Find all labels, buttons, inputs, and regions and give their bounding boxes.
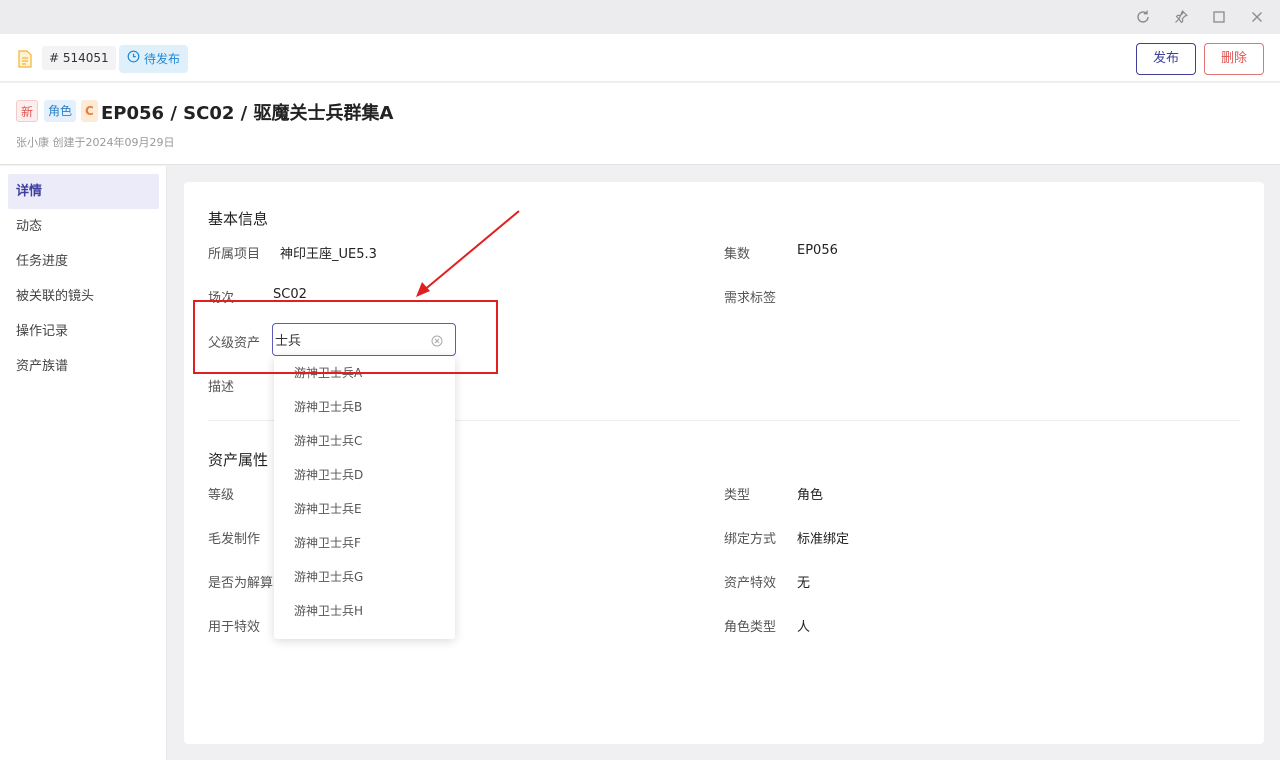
sidebar-item-task-progress[interactable]: 任务进度 xyxy=(8,244,159,279)
role-type-value: 人 xyxy=(797,620,811,635)
dropdown-option[interactable]: 游神卫士兵D xyxy=(274,458,455,492)
status-clock-icon xyxy=(127,45,140,73)
refresh-icon[interactable] xyxy=(1132,6,1154,28)
demand-tags-label: 需求标签 xyxy=(724,291,777,306)
parent-asset-dropdown: 游神卫士兵A 游神卫士兵B 游神卫士兵C 游神卫士兵D 游神卫士兵E 游神卫士兵… xyxy=(274,356,455,639)
maximize-icon[interactable] xyxy=(1208,6,1230,28)
scene-label: 场次 xyxy=(208,291,235,306)
parent-asset-combobox[interactable] xyxy=(272,323,456,356)
basic-info-title: 基本信息 xyxy=(208,210,269,228)
dropdown-option[interactable]: 游神卫士兵B xyxy=(274,390,455,424)
used-for-fx-label: 用于特效 xyxy=(208,620,261,635)
publish-button[interactable]: 发布 xyxy=(1136,43,1196,75)
episode-label: 集数 xyxy=(724,247,751,262)
close-icon[interactable] xyxy=(1246,6,1268,28)
sidebar-item-asset-lineage[interactable]: 资产族谱 xyxy=(8,349,159,384)
asset-header: 新 角色 C EP056 / SC02 / 驱魔关士兵群集A 张小康 创建于20… xyxy=(0,83,1280,165)
asset-fx-label: 资产特效 xyxy=(724,576,777,591)
detail-sidebar: 详情 动态 任务进度 被关联的镜头 操作记录 资产族谱 xyxy=(0,166,167,760)
asset-topbar: # 514051 待发布 发布 删除 xyxy=(0,34,1280,82)
status-badge: 待发布 xyxy=(119,45,189,73)
window-titlebar xyxy=(0,0,1280,34)
clear-icon[interactable] xyxy=(431,335,443,351)
binding-value: 标准绑定 xyxy=(797,532,850,547)
tag-grade: C xyxy=(81,100,98,122)
window-controls xyxy=(1132,6,1268,28)
delete-button[interactable]: 删除 xyxy=(1204,43,1264,75)
type-value: 角色 xyxy=(797,488,824,503)
asset-attributes-title: 资产属性 xyxy=(208,451,269,469)
project-value: 神印王座_UE5.3 xyxy=(280,247,377,262)
sidebar-item-operation-log[interactable]: 操作记录 xyxy=(8,314,159,349)
status-label: 待发布 xyxy=(144,52,181,66)
creator-info: 张小康 创建于2024年09月29日 xyxy=(16,136,175,149)
sidebar-item-linked-shots[interactable]: 被关联的镜头 xyxy=(8,279,159,314)
dropdown-option[interactable]: 游神卫士兵E xyxy=(274,492,455,526)
description-label: 描述 xyxy=(208,380,235,395)
parent-asset-label: 父级资产 xyxy=(208,336,261,351)
details-card: 基本信息 所属项目 神印王座_UE5.3 集数 EP056 场次 SC02 需求… xyxy=(184,182,1264,744)
dropdown-option[interactable]: 游神卫士兵F xyxy=(274,526,455,560)
binding-label: 绑定方式 xyxy=(724,532,777,547)
sidebar-item-details[interactable]: 详情 xyxy=(8,174,159,209)
scene-value: SC02 xyxy=(273,287,307,302)
asset-id-chip: # 514051 xyxy=(42,46,116,70)
pin-icon[interactable] xyxy=(1170,6,1192,28)
episode-value: EP056 xyxy=(797,243,838,258)
page-title: EP056 / SC02 / 驱魔关士兵群集A xyxy=(101,103,394,124)
type-label: 类型 xyxy=(724,488,751,503)
sidebar-item-activity[interactable]: 动态 xyxy=(8,209,159,244)
dropdown-option[interactable]: 游神卫士兵H xyxy=(274,594,455,628)
level-label: 等级 xyxy=(208,488,235,503)
document-icon xyxy=(17,50,33,72)
dropdown-option[interactable]: 游神卫士兵C xyxy=(274,424,455,458)
tag-new: 新 xyxy=(16,100,39,122)
parent-asset-input[interactable] xyxy=(273,324,423,355)
dropdown-option[interactable]: 游神卫士兵G xyxy=(274,560,455,594)
hair-label: 毛发制作 xyxy=(208,532,261,547)
solve-label: 是否为解算 xyxy=(208,576,274,591)
dropdown-option[interactable]: 游神卫士兵A xyxy=(274,356,455,390)
asset-fx-value: 无 xyxy=(797,576,811,591)
tag-role: 角色 xyxy=(44,100,77,122)
role-type-label: 角色类型 xyxy=(724,620,777,635)
project-label: 所属项目 xyxy=(208,247,261,262)
